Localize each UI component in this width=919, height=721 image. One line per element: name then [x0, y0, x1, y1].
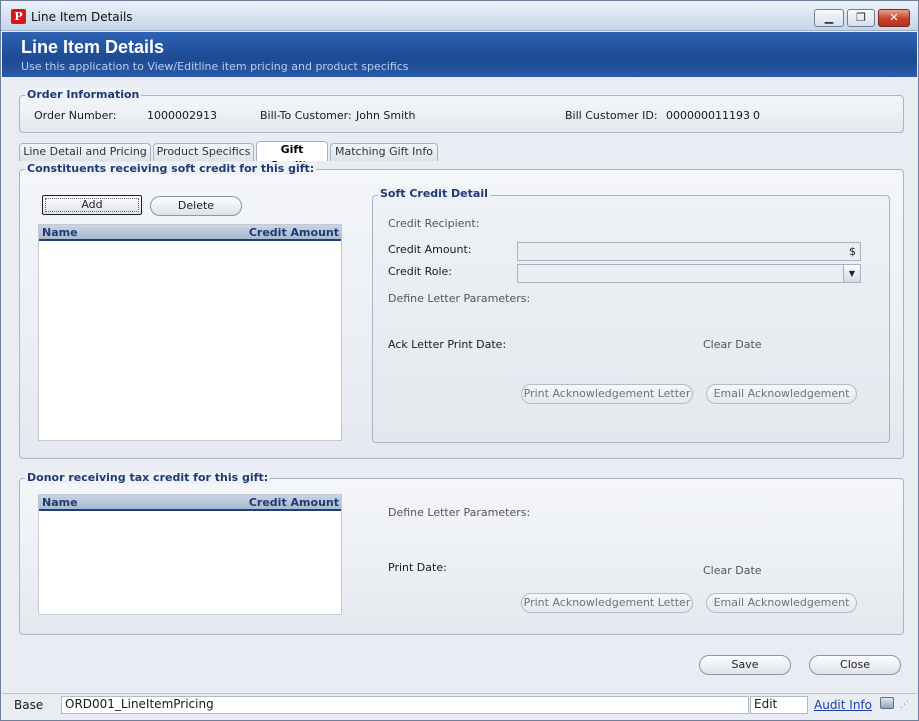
tab-product-specifics[interactable]: Product Specifics	[153, 143, 254, 161]
donor-print-ack-letter-button[interactable]: Print Acknowledgement Letter	[521, 593, 693, 613]
donor-email-ack-button[interactable]: Email Acknowledgement	[706, 593, 857, 613]
credit-role-label: Credit Role:	[388, 265, 452, 278]
bill-customer-id-value: 000000011193	[666, 109, 750, 122]
soft-credit-detail-group	[372, 195, 890, 443]
credit-amount-label: Credit Amount:	[388, 243, 472, 256]
page-subtitle: Use this application to View/Editline it…	[21, 60, 409, 73]
app-window: P Line Item Details ▁ ❐ ✕ Line Item Deta…	[0, 0, 919, 721]
soft-credit-grid[interactable]: Name Credit Amount	[38, 224, 342, 441]
donor-grid[interactable]: Name Credit Amount	[38, 494, 342, 615]
close-window-button[interactable]: ✕	[878, 9, 910, 27]
order-number-value: 1000002913	[147, 109, 217, 122]
status-bar: Base ORD001_LineItemPricing Edit Audit I…	[2, 693, 917, 720]
donor-clear-date-link[interactable]: Clear Date	[703, 564, 762, 577]
credit-amount-input[interactable]: $	[517, 242, 861, 261]
status-base-label: Base	[14, 698, 44, 712]
donor-label: Donor receiving tax credit for this gift…	[25, 471, 271, 484]
minimize-icon: ▁	[824, 11, 834, 24]
credit-recipient-label: Credit Recipient:	[388, 217, 480, 230]
page-title: Line Item Details	[21, 37, 165, 57]
close-button[interactable]: Close	[809, 655, 901, 675]
donor-print-date-label: Print Date:	[388, 561, 447, 574]
tab-matching-gift-info[interactable]: Matching Gift Info	[330, 143, 438, 161]
title-bar[interactable]: P Line Item Details ▁ ❐ ✕	[1, 1, 918, 31]
restore-icon: ❐	[856, 11, 866, 24]
bill-customer-id-label: Bill Customer ID:	[565, 109, 658, 122]
clear-date-link[interactable]: Clear Date	[703, 338, 762, 351]
resize-grip-icon[interactable]: ⋰	[900, 701, 912, 714]
status-mode: Edit	[750, 696, 808, 714]
define-letter-params-label: Define Letter Parameters:	[388, 292, 531, 305]
bill-to-value: John Smith	[356, 109, 416, 122]
ack-letter-print-date-label: Ack Letter Print Date:	[388, 338, 507, 351]
donor-col-name[interactable]: Name	[42, 496, 78, 509]
bill-customer-id-suffix: 0	[753, 109, 760, 122]
soft-credit-detail-label: Soft Credit Detail	[378, 187, 490, 200]
col-credit-amount[interactable]: Credit Amount	[249, 226, 339, 239]
tab-line-detail-pricing[interactable]: Line Detail and Pricing	[19, 143, 151, 161]
window-title: Line Item Details	[31, 10, 133, 24]
col-name[interactable]: Name	[42, 226, 78, 239]
chevron-down-icon[interactable]: ▼	[843, 265, 860, 282]
tab-gift-credits[interactable]: Gift Credits	[256, 141, 328, 172]
soft-credit-grid-header: Name Credit Amount	[39, 225, 341, 241]
currency-symbol: $	[849, 245, 856, 258]
printer-icon[interactable]	[880, 697, 894, 709]
audit-info-link[interactable]: Audit Info	[814, 698, 872, 712]
order-info-label: Order Information	[25, 88, 142, 101]
close-icon: ✕	[889, 11, 899, 24]
delete-button[interactable]: Delete	[150, 196, 242, 216]
credit-role-select[interactable]: ▼	[517, 264, 861, 283]
order-number-label: Order Number:	[34, 109, 117, 122]
donor-col-credit-amount[interactable]: Credit Amount	[249, 496, 339, 509]
bill-to-label: Bill-To Customer:	[260, 109, 352, 122]
email-ack-button[interactable]: Email Acknowledgement	[706, 384, 857, 404]
app-logo-icon: P	[11, 9, 26, 24]
save-button[interactable]: Save	[699, 655, 791, 675]
add-button[interactable]: Add	[42, 195, 142, 215]
donor-define-letter-params-label: Define Letter Parameters:	[388, 506, 531, 519]
minimize-button[interactable]: ▁	[814, 9, 844, 27]
restore-button[interactable]: ❐	[847, 9, 875, 27]
status-form-name: ORD001_LineItemPricing	[61, 696, 749, 714]
header-banner: Line Item Details Use this application t…	[2, 32, 917, 77]
donor-grid-header: Name Credit Amount	[39, 495, 341, 511]
print-ack-letter-button[interactable]: Print Acknowledgement Letter	[521, 384, 693, 404]
soft-credit-label: Constituents receiving soft credit for t…	[25, 162, 317, 175]
